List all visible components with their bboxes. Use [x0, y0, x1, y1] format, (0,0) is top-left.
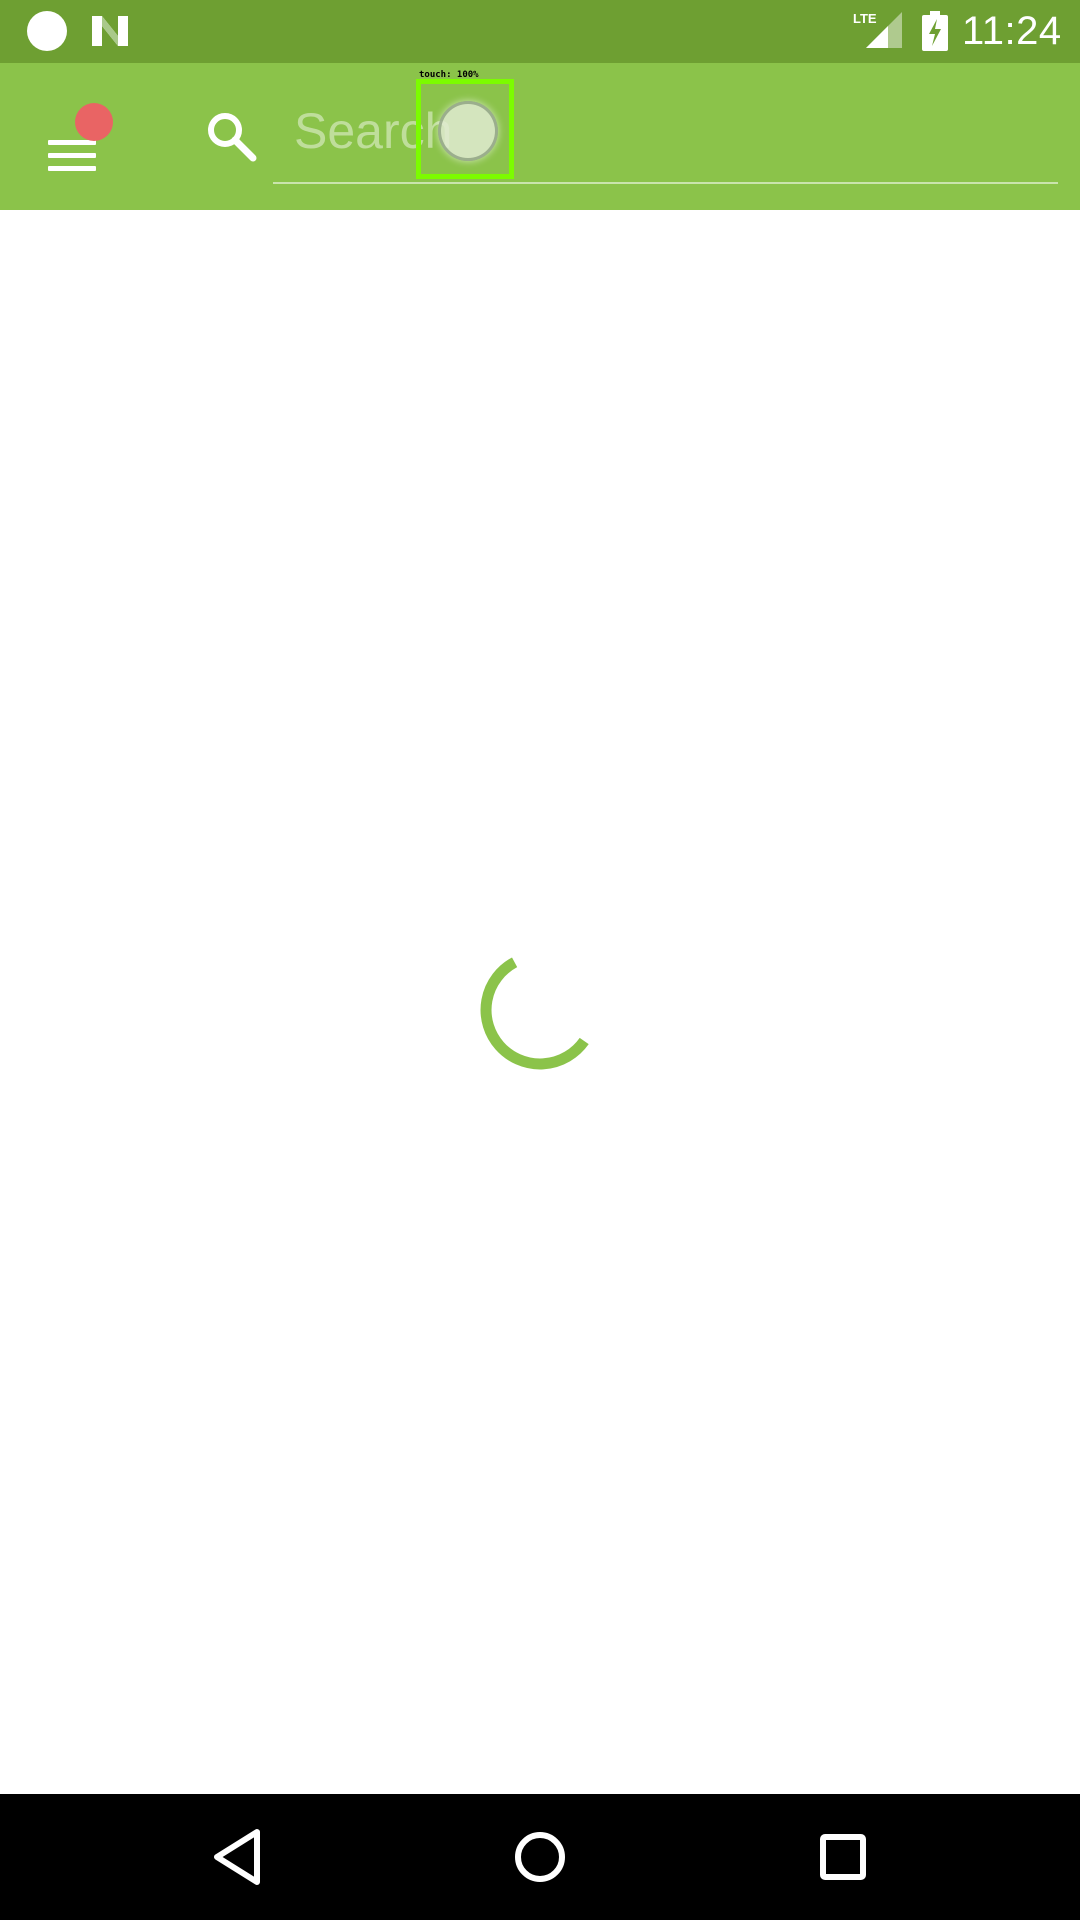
hamburger-menu-icon	[48, 153, 96, 158]
hamburger-menu-icon	[48, 140, 96, 145]
search-underline	[273, 182, 1058, 184]
search-icon[interactable]	[204, 109, 258, 163]
n-app-icon	[92, 16, 128, 46]
status-bar: LTE 11:24	[0, 0, 1080, 63]
back-icon[interactable]	[193, 1812, 283, 1902]
menu-button[interactable]	[30, 103, 114, 187]
circle-notification-icon	[27, 11, 67, 51]
search-input[interactable]	[294, 93, 1054, 169]
battery-charging-icon	[922, 11, 948, 51]
loading-spinner-icon	[480, 957, 589, 1070]
recents-icon[interactable]	[798, 1812, 888, 1902]
screen: LTE 11:24 touch: 100%	[0, 0, 1080, 1920]
hamburger-menu-icon	[48, 166, 96, 171]
nav-bar	[0, 1794, 1080, 1920]
app-bar	[0, 63, 1080, 210]
home-icon[interactable]	[495, 1812, 585, 1902]
lte-label: LTE	[853, 11, 877, 26]
touch-point	[438, 101, 498, 161]
notification-badge	[75, 103, 113, 141]
lte-signal-icon: LTE	[853, 11, 902, 48]
status-time: 11:24	[962, 9, 1062, 53]
